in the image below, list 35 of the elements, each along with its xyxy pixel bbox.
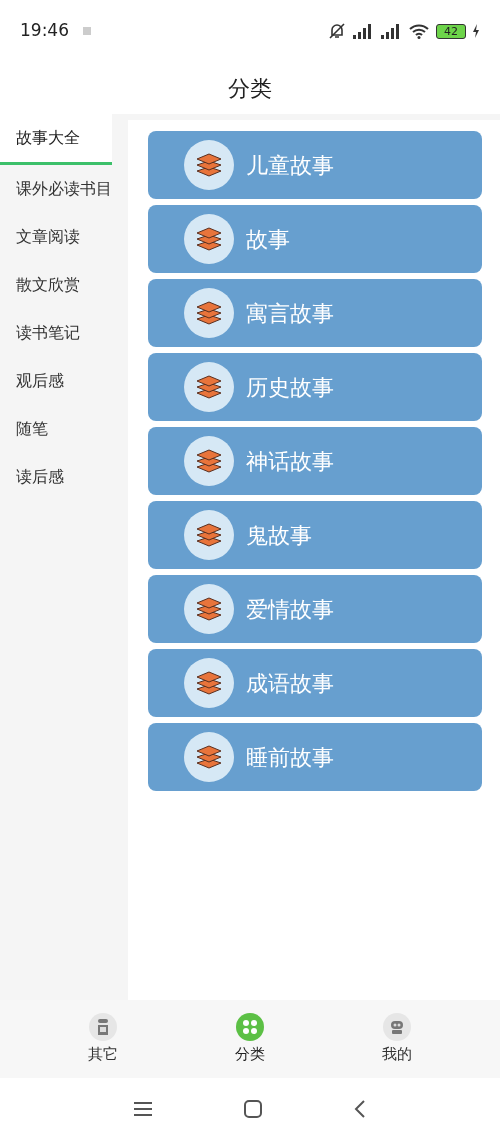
sidebar-item[interactable]: 散文欣赏 [0,261,128,309]
sidebar-item[interactable]: 文章阅读 [0,213,128,261]
notification-icon [81,25,93,37]
signal-icon [352,23,374,39]
layers-icon [184,288,234,338]
menu-icon[interactable] [133,1100,153,1117]
layers-icon [184,732,234,782]
grid-icon [236,1012,264,1041]
sidebar-item[interactable]: 观后感 [0,357,128,405]
layers-icon [184,214,234,264]
layers-icon [184,140,234,190]
back-icon[interactable] [353,1098,367,1119]
sidebar-item[interactable]: 故事大全 [0,114,112,165]
book-icon [89,1012,118,1041]
page-title: 分类 [228,74,272,103]
sidebar-item[interactable]: 读书笔记 [0,309,128,357]
robot-icon [382,1012,411,1041]
layers-icon [184,362,234,412]
layers-icon [184,436,234,486]
signal-icon [380,23,402,39]
nav-tab[interactable]: 分类 [210,1012,290,1066]
layers-icon [184,658,234,708]
battery-icon: 42 [436,23,466,39]
charging-icon [472,24,480,38]
sidebar-item[interactable]: 随笔 [0,405,128,453]
bell-muted-icon [328,22,346,40]
status-time: 19:46 [20,19,69,43]
sidebar-item[interactable]: 课外必读书目 [0,165,128,213]
nav-tab[interactable]: 其它 [63,1012,144,1066]
layers-icon [184,510,234,560]
nav-tab[interactable]: 我的 [356,1012,437,1066]
layers-icon [184,584,234,634]
wifi-icon [408,23,430,39]
sidebar-item[interactable]: 读后感 [0,453,128,501]
home-icon[interactable] [243,1098,263,1119]
